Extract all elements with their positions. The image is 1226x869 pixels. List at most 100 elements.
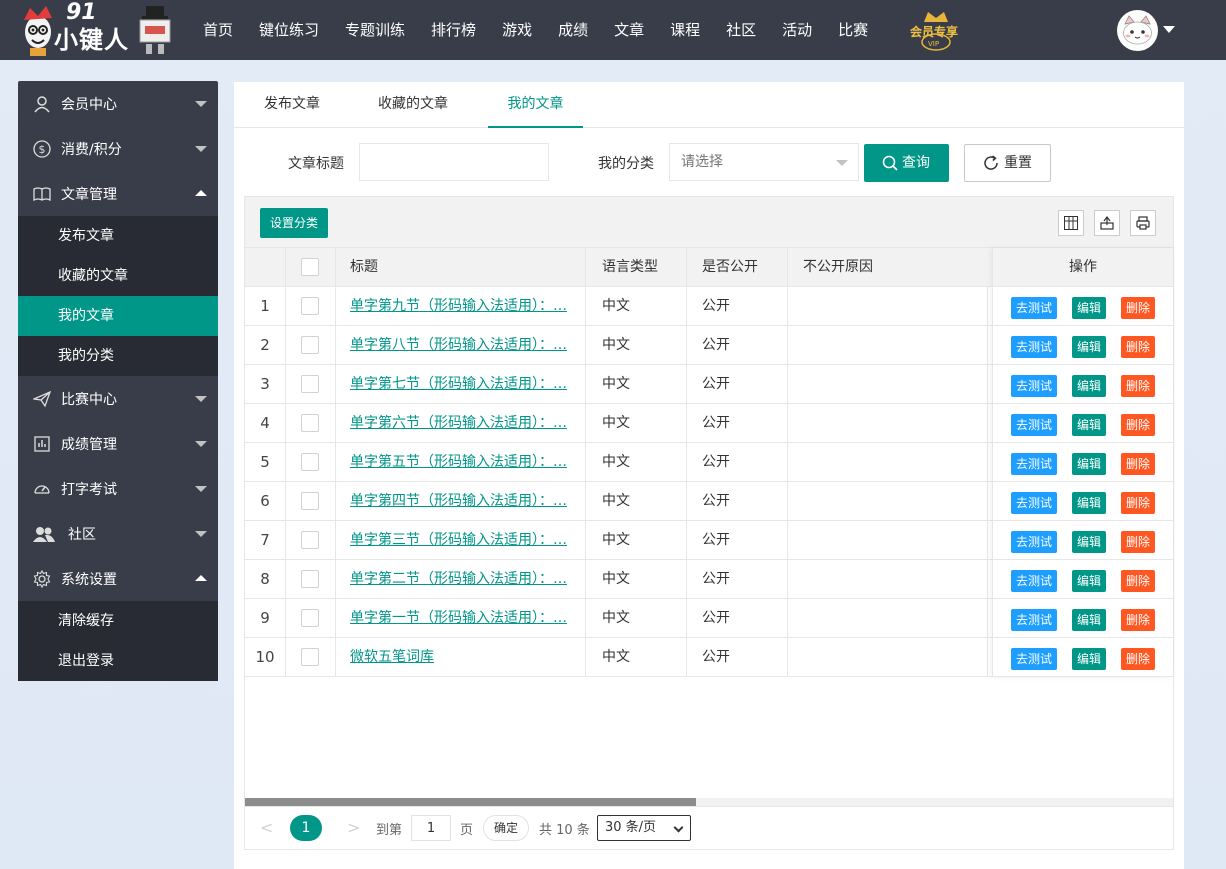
title-search-input[interactable] — [359, 143, 549, 181]
sidebar-group-consumption[interactable]: $ 消费/积分 — [18, 126, 218, 171]
select-all-checkbox[interactable] — [301, 258, 319, 276]
row-number: 7 — [260, 531, 270, 549]
nav-item-events[interactable]: 活动 — [769, 0, 825, 60]
article-title-link[interactable]: 单字第四节（形码输入法适用）：… — [350, 482, 568, 520]
article-title-link[interactable]: 单字第八节（形码输入法适用）：… — [350, 326, 568, 364]
svg-text:$: $ — [39, 143, 46, 156]
goto-confirm-button[interactable]: 确定 — [483, 815, 529, 841]
row-checkbox[interactable] — [301, 492, 319, 510]
tab-favorite-articles[interactable]: 收藏的文章 — [368, 82, 458, 128]
chevron-up-icon — [195, 575, 207, 581]
robot-mascot-icon — [139, 6, 171, 54]
main-panel: 发布文章 收藏的文章 我的文章 文章标题 我的分类 请选择 查询 重置 设置分类 — [234, 82, 1184, 869]
article-title-link[interactable]: 单字第二节（形码输入法适用）：… — [350, 560, 568, 598]
nav-item-home[interactable]: 首页 — [190, 0, 246, 60]
column-header-reason[interactable]: 不公开原因 — [803, 248, 873, 287]
sidebar-group-score-management[interactable]: 成绩管理 — [18, 421, 218, 466]
sidebar-group-community[interactable]: 社区 — [18, 511, 218, 556]
row-checkbox[interactable] — [301, 375, 319, 393]
language-cell: 中文 — [602, 571, 630, 587]
public-cell: 公开 — [702, 571, 730, 587]
refresh-icon — [984, 155, 998, 170]
current-page[interactable]: 1 — [290, 815, 322, 841]
export-button[interactable] — [1094, 210, 1120, 236]
prev-page-icon[interactable]: < — [260, 818, 273, 837]
main-nav: 首页 键位练习 专题训练 排行榜 游戏 成绩 文章 课程 社区 活动 比赛 — [190, 0, 881, 60]
column-header-public[interactable]: 是否公开 — [702, 248, 758, 287]
settings-submenu: 清除缓存 退出登录 — [18, 601, 218, 681]
site-logo[interactable]: 91 小键人 — [20, 2, 176, 58]
language-cell: 中文 — [602, 454, 630, 470]
article-title-link[interactable]: 单字第五节（形码输入法适用）：… — [350, 443, 568, 481]
logo-number: 91 — [66, 0, 97, 25]
nav-item-articles[interactable]: 文章 — [601, 0, 657, 60]
users-icon — [33, 527, 55, 542]
row-checkbox[interactable] — [301, 570, 319, 588]
column-header-language[interactable]: 语言类型 — [602, 248, 658, 287]
article-title-link[interactable]: 单字第九节（形码输入法适用）：… — [350, 287, 568, 325]
goto-page-input[interactable] — [411, 815, 451, 841]
title-cell: 单字第六节（形码输入法适用）：… — [350, 404, 575, 442]
columns-icon — [1064, 216, 1078, 230]
sidebar-item-my-articles[interactable]: 我的文章 — [18, 296, 218, 336]
sidebar-item-favorite-articles[interactable]: 收藏的文章 — [18, 256, 218, 296]
nav-item-games[interactable]: 游戏 — [489, 0, 545, 60]
row-checkbox[interactable] — [301, 414, 319, 432]
column-filter-button[interactable] — [1058, 210, 1084, 236]
nav-item-scores[interactable]: 成绩 — [545, 0, 601, 60]
category-select[interactable]: 请选择 — [669, 143, 859, 181]
query-button-label: 查询 — [902, 155, 930, 171]
sidebar-group-label: 会员中心 — [61, 97, 117, 113]
article-title-link[interactable]: 单字第七节（形码输入法适用）：… — [350, 365, 568, 403]
tab-my-articles[interactable]: 我的文章 — [488, 82, 583, 128]
article-title-link[interactable]: 微软五笔词库 — [350, 638, 568, 676]
row-checkbox[interactable] — [301, 648, 319, 666]
article-title-link[interactable]: 单字第六节（形码输入法适用）：… — [350, 404, 568, 442]
sidebar-group-member-center[interactable]: 会员中心 — [18, 81, 218, 126]
nav-item-ranking[interactable]: 排行榜 — [418, 0, 489, 60]
query-button[interactable]: 查询 — [864, 144, 949, 182]
set-category-button[interactable]: 设置分类 — [260, 208, 328, 238]
row-checkbox[interactable] — [301, 297, 319, 315]
sidebar-item-clear-cache[interactable]: 清除缓存 — [18, 601, 218, 641]
user-avatar[interactable] — [1117, 10, 1158, 51]
sidebar-item-publish-article[interactable]: 发布文章 — [18, 216, 218, 256]
category-select-placeholder: 请选择 — [681, 154, 723, 170]
nav-item-key-practice[interactable]: 键位练习 — [246, 0, 332, 60]
cat-avatar-icon — [1117, 10, 1158, 51]
article-title-link[interactable]: 单字第三节（形码输入法适用）：… — [350, 521, 568, 559]
nav-item-topic-training[interactable]: 专题训练 — [332, 0, 418, 60]
sidebar-group-label: 打字考试 — [61, 482, 117, 498]
sidebar-group-system-settings[interactable]: 系统设置 — [18, 556, 218, 601]
nav-item-community[interactable]: 社区 — [713, 0, 769, 60]
tab-publish-article[interactable]: 发布文章 — [252, 82, 332, 128]
sidebar-group-contest-center[interactable]: 比赛中心 — [18, 376, 218, 421]
row-checkbox[interactable] — [301, 609, 319, 627]
vip-badge[interactable]: 会员专享 VIP — [908, 8, 964, 52]
public-cell: 公开 — [702, 415, 730, 431]
public-cell: 公开 — [702, 610, 730, 626]
row-checkbox[interactable] — [301, 336, 319, 354]
reset-button[interactable]: 重置 — [964, 144, 1051, 182]
next-page-icon[interactable]: > — [347, 818, 360, 837]
column-header-title[interactable]: 标题 — [350, 248, 378, 287]
sidebar-group-article-management[interactable]: 文章管理 — [18, 171, 218, 216]
sidebar-item-my-categories[interactable]: 我的分类 — [18, 336, 218, 376]
sidebar-group-typing-exam[interactable]: 打字考试 — [18, 466, 218, 511]
row-checkbox[interactable] — [301, 453, 319, 471]
nav-item-contests[interactable]: 比赛 — [825, 0, 881, 60]
public-cell: 公开 — [702, 298, 730, 314]
row-number: 3 — [260, 375, 270, 393]
print-button[interactable] — [1130, 210, 1156, 236]
page-size-select[interactable]: 30 条/页 — [597, 815, 691, 841]
language-cell: 中文 — [602, 649, 630, 665]
scrollbar-thumb[interactable] — [245, 798, 696, 806]
sidebar-item-logout[interactable]: 退出登录 — [18, 641, 218, 681]
article-title-link[interactable]: 单字第一节（形码输入法适用）：… — [350, 599, 568, 637]
row-number: 1 — [260, 297, 270, 315]
user-menu-chevron-icon[interactable] — [1163, 26, 1175, 33]
row-checkbox[interactable] — [301, 531, 319, 549]
row-number: 6 — [260, 492, 270, 510]
nav-item-courses[interactable]: 课程 — [657, 0, 713, 60]
horizontal-scrollbar[interactable] — [245, 798, 1173, 806]
